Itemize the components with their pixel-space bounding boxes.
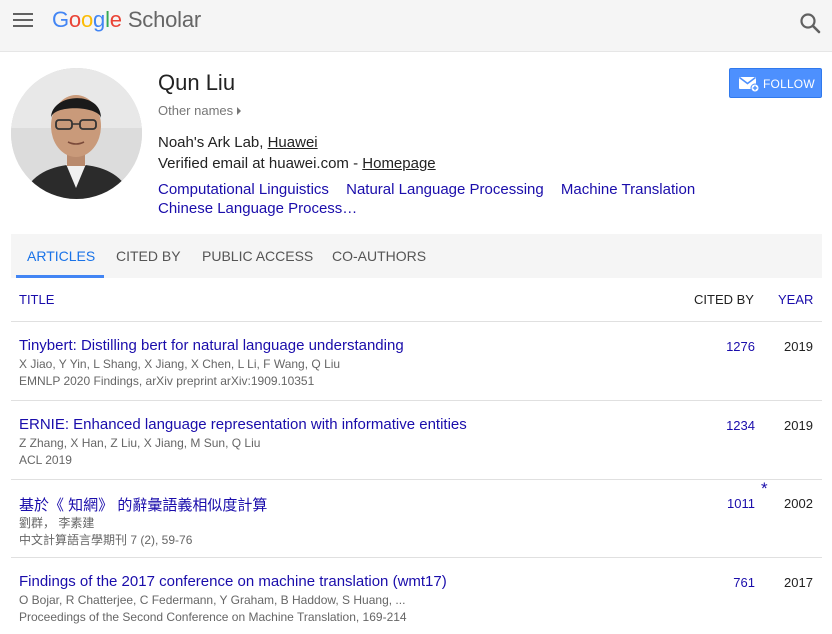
article-authors: X Jiao, Y Yin, L Shang, X Jiang, X Chen,…	[19, 357, 341, 371]
article-title-link[interactable]: Tinybert: Distilling bert for natural la…	[19, 337, 404, 354]
interest-link[interactable]: Machine Translation	[561, 181, 695, 198]
search-icon[interactable]	[797, 10, 823, 36]
tab-co-authors[interactable]: CO-AUTHORS	[332, 248, 426, 264]
article-title-link[interactable]: Findings of the 2017 conference on machi…	[19, 573, 447, 590]
article-venue: 中文計算語言學期刊 7 (2), 59-76	[19, 533, 193, 547]
tab-bar: ARTICLES CITED BY PUBLIC ACCESS CO-AUTHO…	[11, 234, 822, 278]
article-title-link[interactable]: ERNIE: Enhanced language representation …	[19, 416, 467, 433]
article-year: 2002	[784, 496, 813, 511]
follow-label: FOLLOW	[763, 77, 815, 91]
article-year: 2019	[784, 418, 813, 433]
cited-by-link[interactable]: 1234	[726, 418, 755, 433]
article-venue: ACL 2019	[19, 453, 72, 467]
merged-citations-star[interactable]: *	[761, 479, 768, 499]
interest-link[interactable]: Chinese Language Process…	[158, 200, 357, 217]
column-header-year[interactable]: YEAR	[778, 292, 813, 307]
article-title-link[interactable]: 基於《 知網》 的辭彙語義相似度計算	[19, 494, 267, 515]
follow-button[interactable]: FOLLOW	[729, 68, 822, 98]
table-row: 基於《 知網》 的辭彙語義相似度計算 劉群， 李素建 中文計算語言學期刊 7 (…	[0, 479, 832, 572]
divider	[11, 479, 822, 480]
divider	[11, 321, 822, 322]
table-row: Tinybert: Distilling bert for natural la…	[0, 337, 832, 415]
cited-by-link[interactable]: 1276	[726, 339, 755, 354]
caret-right-icon	[237, 107, 242, 115]
column-header-title[interactable]: TITLE	[19, 292, 54, 307]
top-bar: Google Scholar	[0, 0, 832, 52]
logo-letter: o	[80, 7, 94, 32]
article-year: 2019	[784, 339, 813, 354]
profile-name: Qun Liu	[158, 70, 236, 95]
tab-public-access[interactable]: PUBLIC ACCESS	[202, 248, 313, 264]
active-tab-indicator	[16, 275, 104, 278]
envelope-plus-icon	[739, 76, 760, 95]
email-text: Verified email at huawei.com -	[158, 155, 363, 172]
article-authors: 劉群， 李素建	[19, 516, 95, 530]
table-row: ERNIE: Enhanced language representation …	[0, 416, 832, 494]
divider	[11, 400, 822, 401]
affiliation-link[interactable]: Huawei	[268, 134, 318, 151]
research-interests: Computational Linguistics Natural Langua…	[158, 180, 728, 218]
logo-letter: g	[93, 7, 106, 32]
article-venue: Proceedings of the Second Conference on …	[19, 610, 407, 624]
menu-icon[interactable]	[13, 13, 33, 29]
logo-letter: o	[68, 7, 81, 32]
verified-email: Verified email at huawei.com - Homepage	[158, 155, 436, 172]
interest-link[interactable]: Natural Language Processing	[346, 181, 544, 198]
cited-by-link[interactable]: 1011	[727, 496, 755, 511]
logo-letter: e	[109, 7, 122, 32]
article-authors: Z Zhang, X Han, Z Liu, X Jiang, M Sun, Q…	[19, 436, 261, 450]
article-authors: O Bojar, R Chatterjee, C Federmann, Y Gr…	[19, 593, 406, 607]
divider	[11, 557, 822, 558]
tab-cited-by[interactable]: CITED BY	[116, 248, 181, 264]
affiliation-text: Noah's Ark Lab,	[158, 134, 268, 151]
other-names-label: Other names	[158, 103, 234, 118]
column-header-cited-by[interactable]: CITED BY	[694, 292, 754, 307]
cited-by-link[interactable]: 761	[733, 575, 755, 590]
google-scholar-logo[interactable]: Google Scholar	[52, 7, 201, 33]
avatar	[11, 68, 142, 199]
other-names-toggle[interactable]: Other names	[158, 103, 242, 118]
logo-letter: G	[52, 7, 69, 32]
article-year: 2017	[784, 575, 813, 590]
article-venue: EMNLP 2020 Findings, arXiv preprint arXi…	[19, 374, 315, 388]
homepage-link[interactable]: Homepage	[362, 155, 435, 172]
affiliation: Noah's Ark Lab, Huawei	[158, 134, 318, 151]
table-row: Findings of the 2017 conference on machi…	[0, 573, 832, 634]
tab-articles[interactable]: ARTICLES	[27, 248, 95, 264]
interest-link[interactable]: Computational Linguistics	[158, 181, 329, 198]
logo-scholar-text: Scholar	[127, 7, 202, 32]
